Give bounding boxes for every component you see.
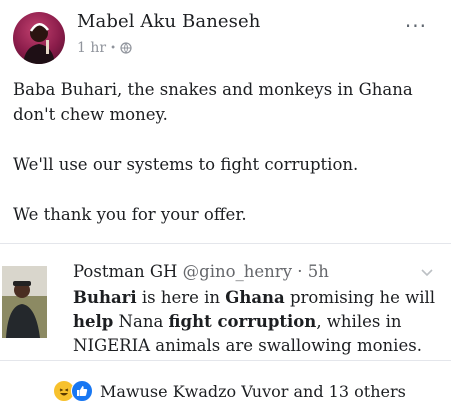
bold-text-run: Buhari bbox=[73, 288, 137, 307]
shared-author[interactable]: Postman GH @gino_henry · 5h bbox=[73, 262, 329, 281]
post-paragraph: Baba Buhari, the snakes and monkeys in G… bbox=[13, 80, 413, 124]
author-avatar[interactable] bbox=[13, 12, 65, 64]
shared-author-name: Postman GH bbox=[73, 262, 178, 281]
shared-time: 5h bbox=[307, 262, 329, 281]
divider bbox=[0, 243, 451, 244]
author-photo bbox=[23, 23, 55, 64]
shared-author-avatar[interactable] bbox=[2, 266, 47, 338]
shared-separator: · bbox=[297, 262, 303, 281]
facebook-post: Mabel Aku Baneseh 1 hr • ... Baba Buhari… bbox=[0, 0, 451, 410]
bold-text-run: fight corruption bbox=[168, 312, 317, 331]
bold-text-run: Ghana bbox=[225, 288, 285, 307]
shared-post-text: Buhari is here in Ghana promising he wil… bbox=[73, 286, 443, 358]
post-paragraph: We thank you for your offer. bbox=[13, 205, 247, 224]
globe-icon[interactable] bbox=[120, 42, 132, 54]
reactions-bar[interactable]: Mawuse Kwadzo Vuvor and 13 others bbox=[53, 380, 406, 402]
post-time[interactable]: 1 hr bbox=[77, 40, 106, 56]
chevron-down-icon[interactable] bbox=[421, 266, 433, 278]
divider bbox=[0, 360, 451, 361]
author-name[interactable]: Mabel Aku Baneseh bbox=[77, 11, 260, 32]
reactions-summary[interactable]: Mawuse Kwadzo Vuvor and 13 others bbox=[100, 382, 406, 401]
post-paragraph: We'll use our systems to fight corruptio… bbox=[13, 155, 359, 174]
bold-text-run: help bbox=[73, 312, 114, 331]
post-body: Baba Buhari, the snakes and monkeys in G… bbox=[13, 77, 443, 252]
meta-separator: • bbox=[110, 42, 116, 54]
text-run: Nana bbox=[113, 312, 169, 331]
post-meta: 1 hr • bbox=[77, 40, 132, 56]
text-run: promising he will bbox=[284, 288, 436, 307]
shared-author-photo bbox=[2, 266, 47, 338]
like-icon bbox=[71, 380, 93, 402]
text-run: is here in bbox=[136, 288, 226, 307]
shared-author-handle: @gino_henry bbox=[182, 262, 293, 281]
more-options-button[interactable]: ... bbox=[405, 8, 427, 32]
